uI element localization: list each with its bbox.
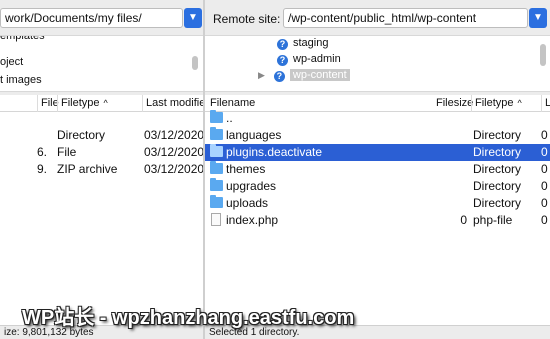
column-header-filesize[interactable]: File bbox=[37, 95, 59, 112]
remote-path-dropdown-button[interactable]: ▼ bbox=[529, 8, 547, 28]
sort-ascending-icon: ^ bbox=[517, 98, 522, 108]
cell-modified: 0 bbox=[541, 213, 548, 227]
tree-scrollbar[interactable] bbox=[192, 56, 198, 70]
tree-item-wp-admin[interactable]: ? wp-admin bbox=[277, 53, 341, 69]
tree-item[interactable]: oject bbox=[0, 56, 23, 72]
cell-size: 6. bbox=[37, 145, 48, 159]
column-header-last-modified[interactable]: Last modifie bbox=[142, 95, 203, 112]
cell-filetype: Directory bbox=[473, 145, 522, 159]
tree-item-label: oject bbox=[0, 56, 24, 68]
cell-filename: languages bbox=[226, 128, 282, 142]
table-row[interactable]: Directory 03/12/2020 bbox=[0, 127, 203, 144]
table-row[interactable]: languages Directory 0 bbox=[205, 127, 550, 144]
chevron-down-icon: ▼ bbox=[188, 12, 198, 23]
tree-item-label: emplates bbox=[0, 36, 45, 42]
cell-filetype: Directory bbox=[473, 196, 522, 210]
local-directory-tree[interactable]: emplates oject t images bbox=[0, 36, 203, 92]
tree-item-label: wp-admin bbox=[293, 53, 341, 65]
cell-filename: plugins.deactivate bbox=[226, 145, 323, 159]
remote-path-input[interactable]: /wp-content/public_html/wp-content bbox=[283, 8, 528, 28]
cell-size: 9. bbox=[37, 162, 48, 176]
cell-filetype: Directory bbox=[473, 128, 522, 142]
tree-scrollbar[interactable] bbox=[540, 44, 546, 66]
table-row-selected[interactable]: plugins.deactivate Directory 0 bbox=[205, 144, 550, 161]
local-file-list[interactable]: File Filetype ^ Last modifie Directory 03… bbox=[0, 95, 203, 325]
remote-site-bar: Remote site: /wp-content/public_html/wp-… bbox=[205, 0, 550, 36]
cell-filetype: php-file bbox=[473, 213, 513, 227]
folder-icon bbox=[210, 144, 223, 161]
cell-type: ZIP archive bbox=[57, 162, 118, 176]
cell-filename: themes bbox=[226, 162, 266, 176]
folder-icon bbox=[210, 178, 223, 195]
cell-filename: uploads bbox=[226, 196, 269, 210]
cell-filesize: 0 bbox=[460, 213, 467, 227]
tree-item-label: t images bbox=[0, 74, 42, 86]
column-header-label: Filetype bbox=[475, 97, 514, 109]
remote-pane: Remote site: /wp-content/public_html/wp-… bbox=[205, 0, 550, 339]
table-row[interactable]: upgrades Directory 0 bbox=[205, 178, 550, 195]
cell-filetype: Directory bbox=[473, 179, 522, 193]
unknown-folder-icon: ? bbox=[277, 39, 288, 50]
cell-type: Directory bbox=[57, 128, 106, 142]
local-pane: work/Documents/my files/ ▼ emplates ojec… bbox=[0, 0, 203, 339]
cell-filename: upgrades bbox=[226, 179, 277, 193]
remote-file-list[interactable]: Filename Filesize Filetype ^ L .. languag… bbox=[205, 95, 550, 325]
table-row[interactable]: 9. ZIP archive 03/12/2020 bbox=[0, 161, 203, 178]
tree-item-label: wp-content bbox=[289, 69, 350, 81]
cell-modified: 03/12/2020 bbox=[144, 145, 203, 159]
watermark: WP站长 - wpzhanzhang.eastfu.com bbox=[22, 307, 355, 329]
remote-site-label: Remote site: bbox=[213, 12, 281, 26]
cell-modified: 03/12/2020 bbox=[144, 128, 203, 142]
cell-modified: 0 bbox=[541, 196, 548, 210]
cell-modified: 0 bbox=[541, 162, 548, 176]
folder-icon bbox=[210, 161, 223, 178]
column-header-filetype[interactable]: Filetype ^ bbox=[57, 95, 142, 112]
folder-icon bbox=[210, 127, 223, 144]
expand-arrow-icon[interactable]: ▶ bbox=[258, 70, 265, 80]
cell-type: File bbox=[57, 145, 77, 159]
cell-filetype: Directory bbox=[473, 162, 522, 176]
local-path-input[interactable]: work/Documents/my files/ bbox=[0, 8, 183, 28]
file-icon bbox=[211, 212, 221, 229]
table-row[interactable]: themes Directory 0 bbox=[205, 161, 550, 178]
table-row[interactable]: uploads Directory 0 bbox=[205, 195, 550, 212]
tree-item[interactable]: t images bbox=[0, 74, 42, 90]
table-row[interactable]: index.php 0 php-file 0 bbox=[205, 212, 550, 229]
column-header-label: Filetype bbox=[61, 97, 100, 109]
folder-icon bbox=[210, 110, 223, 127]
chevron-down-icon: ▼ bbox=[533, 12, 543, 23]
sort-ascending-icon: ^ bbox=[103, 98, 108, 108]
tree-item-wp-content[interactable]: ▶? wp-content bbox=[258, 69, 350, 85]
table-row[interactable]: 6. File 03/12/2020 bbox=[0, 144, 203, 161]
tree-item-staging[interactable]: ? staging bbox=[277, 37, 328, 53]
cell-filename: index.php bbox=[226, 213, 279, 227]
unknown-folder-icon: ? bbox=[277, 55, 288, 66]
remote-directory-tree[interactable]: ? staging ? wp-admin ▶? wp-content bbox=[205, 36, 550, 92]
tree-item[interactable]: emplates bbox=[0, 36, 45, 46]
cell-modified: 0 bbox=[541, 128, 548, 142]
cell-modified: 0 bbox=[541, 145, 548, 159]
local-site-bar: work/Documents/my files/ ▼ bbox=[0, 0, 203, 36]
cell-filename: .. bbox=[226, 111, 233, 125]
folder-icon bbox=[210, 195, 223, 212]
cell-modified: 03/12/2020 bbox=[144, 162, 203, 176]
local-list-header: File Filetype ^ Last modifie bbox=[0, 95, 203, 112]
local-path-dropdown-button[interactable]: ▼ bbox=[184, 8, 202, 28]
tree-item-label: staging bbox=[293, 37, 329, 49]
table-row[interactable]: .. bbox=[205, 110, 550, 127]
cell-modified: 0 bbox=[541, 179, 548, 193]
unknown-folder-icon: ? bbox=[273, 71, 285, 82]
